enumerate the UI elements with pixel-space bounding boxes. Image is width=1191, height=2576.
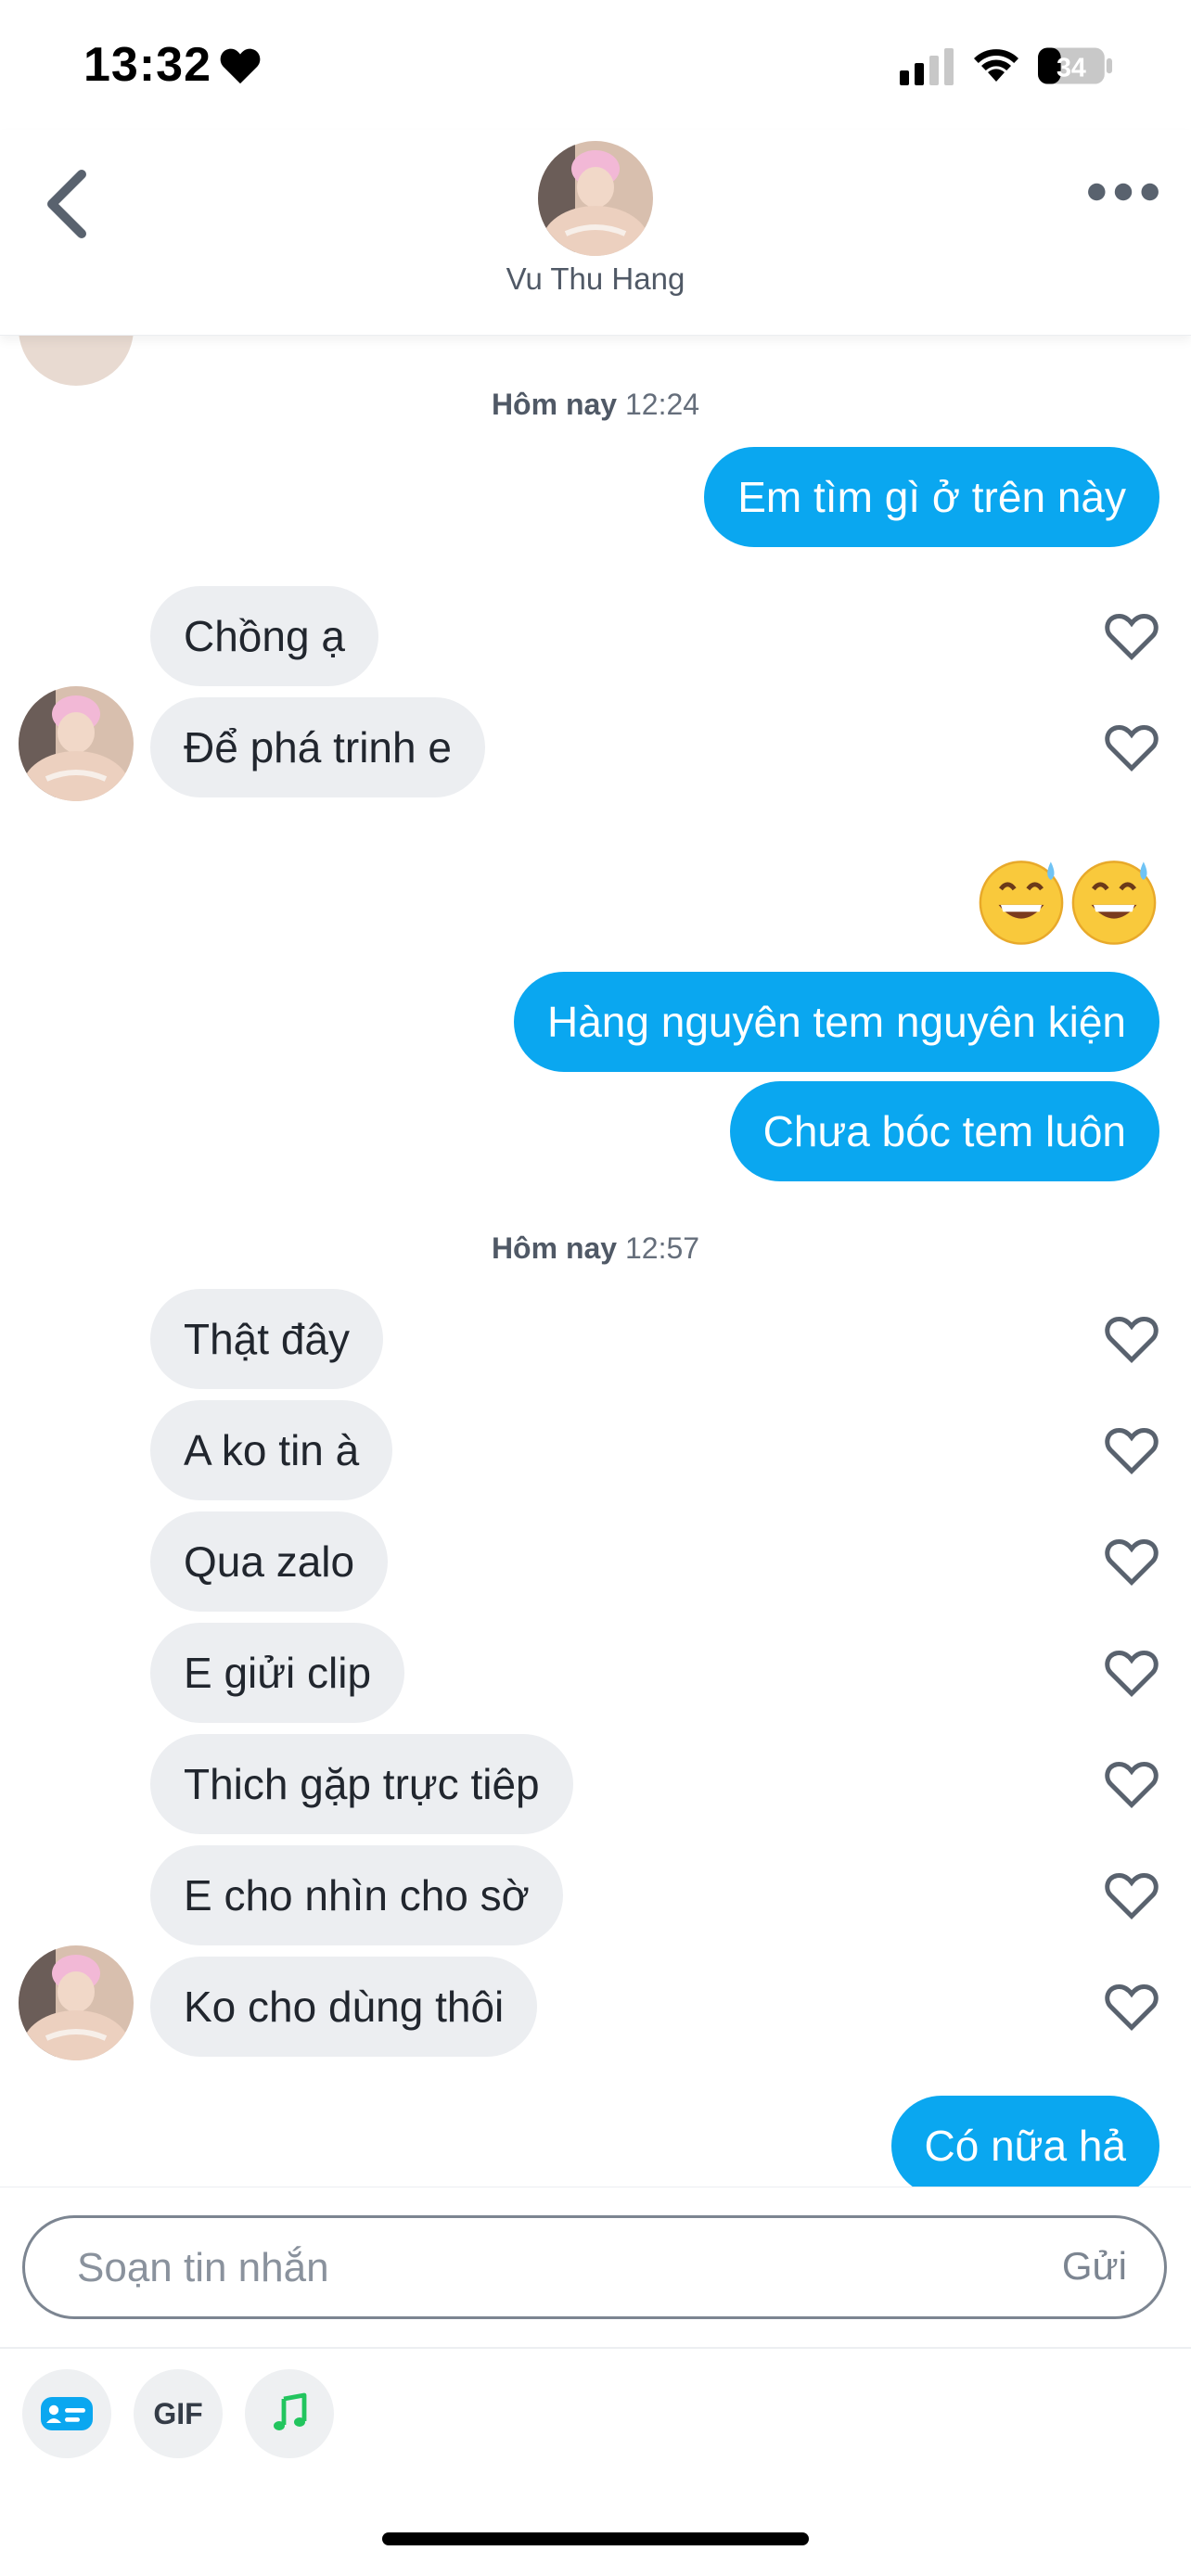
incoming-message[interactable]: A ko tin à — [150, 1400, 393, 1500]
outgoing-message[interactable]: Hàng nguyên tem nguyên kiện — [514, 972, 1159, 1072]
outgoing-message[interactable]: Chưa bóc tem luôn — [729, 1081, 1159, 1181]
battery-icon: 34 — [1038, 47, 1112, 84]
like-heart-icon[interactable] — [1104, 1979, 1159, 2034]
timestamp-time: 12:24 — [624, 388, 700, 421]
like-heart-icon[interactable] — [1104, 1311, 1159, 1367]
timestamp-day: Hôm nay — [491, 388, 618, 421]
incoming-message[interactable]: Qua zalo — [150, 1511, 389, 1612]
status-bar: 13:32 34 — [0, 0, 1191, 130]
heart-filled-icon — [220, 48, 261, 84]
back-button[interactable] — [41, 167, 93, 241]
music-note-icon — [274, 2392, 307, 2430]
message-input[interactable] — [77, 2237, 986, 2300]
incoming-message[interactable]: E cho nhìn cho sờ — [150, 1845, 563, 1945]
like-heart-icon[interactable] — [1104, 720, 1159, 775]
incoming-message[interactable]: Ko cho dùng thôi — [150, 1957, 538, 2057]
message-composer: Gửi GIF — [0, 2187, 1191, 2576]
avatar — [19, 336, 134, 386]
avatar-photo — [538, 141, 653, 256]
gif-button[interactable]: GIF — [134, 2369, 223, 2458]
chat-header: Vu Thu Hang — [0, 130, 1191, 336]
home-indicator[interactable] — [382, 2532, 809, 2545]
contact-name[interactable]: Vu Thu Hang — [0, 261, 1191, 297]
avatar-photo — [19, 686, 134, 801]
timestamp-time: 12:57 — [624, 1231, 700, 1265]
message-list[interactable]: Hôm nay 12:24 Em tìm gì ở trên này Chồng… — [0, 336, 1191, 2187]
incoming-message[interactable]: Chồng ạ — [150, 586, 378, 686]
incoming-message[interactable]: Thật đây — [150, 1289, 383, 1389]
incoming-message[interactable]: E giửi clip — [150, 1623, 405, 1723]
incoming-message[interactable]: Thich gặp trực tiêp — [150, 1734, 573, 1834]
gif-label: GIF — [153, 2396, 203, 2430]
wifi-icon — [974, 49, 1018, 82]
grinning-sweat-emoji-icon[interactable] — [976, 855, 1067, 946]
like-heart-icon[interactable] — [1104, 1422, 1159, 1478]
cellular-signal-icon — [900, 48, 954, 85]
avatar-photo — [19, 1945, 134, 2060]
like-heart-icon[interactable] — [1104, 1534, 1159, 1589]
timestamp: Hôm nay 12:24 — [0, 388, 1191, 422]
contact-avatar-small[interactable] — [19, 1945, 134, 2060]
status-time: 13:32 — [83, 38, 211, 92]
more-options-icon[interactable] — [1085, 169, 1161, 215]
message-input-container[interactable]: Gửi — [22, 2215, 1167, 2319]
like-heart-icon[interactable] — [1104, 1756, 1159, 1812]
like-heart-icon[interactable] — [1104, 1645, 1159, 1701]
like-heart-icon[interactable] — [1104, 1868, 1159, 1923]
divider — [0, 2347, 1191, 2349]
contact-avatar-small[interactable] — [19, 686, 134, 801]
contact-avatar[interactable] — [538, 141, 653, 256]
id-card-icon — [41, 2397, 93, 2430]
grinning-sweat-emoji-icon[interactable] — [1069, 855, 1159, 946]
timestamp: Hôm nay 12:57 — [0, 1231, 1191, 1266]
outgoing-message[interactable]: Có nữa hả — [890, 2096, 1159, 2187]
battery-level: 34 — [1057, 53, 1086, 83]
outgoing-message[interactable]: Em tìm gì ở trên này — [704, 447, 1159, 547]
incoming-message[interactable]: Để phá trinh e — [150, 697, 485, 797]
like-heart-icon[interactable] — [1104, 608, 1159, 664]
contact-card-button[interactable] — [22, 2369, 111, 2458]
music-button[interactable] — [245, 2369, 334, 2458]
timestamp-day: Hôm nay — [491, 1231, 618, 1265]
send-button[interactable]: Gửi — [1062, 2244, 1127, 2289]
